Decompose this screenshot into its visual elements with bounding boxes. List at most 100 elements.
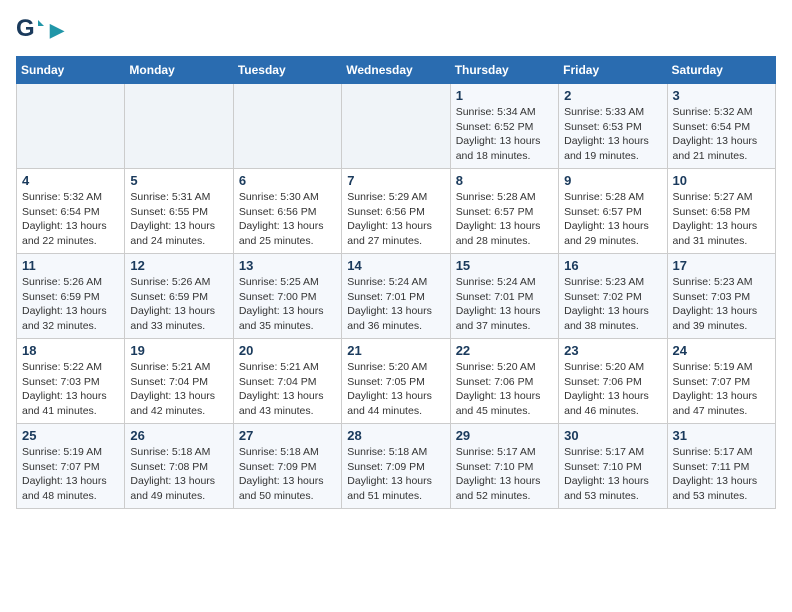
column-header-thursday: Thursday bbox=[450, 57, 558, 84]
calendar-cell: 13Sunrise: 5:25 AM Sunset: 7:00 PM Dayli… bbox=[233, 254, 341, 339]
calendar-week-5: 25Sunrise: 5:19 AM Sunset: 7:07 PM Dayli… bbox=[17, 424, 776, 509]
day-number: 5 bbox=[130, 173, 227, 188]
day-number: 3 bbox=[673, 88, 770, 103]
calendar-cell: 1Sunrise: 5:34 AM Sunset: 6:52 PM Daylig… bbox=[450, 84, 558, 169]
day-info: Sunrise: 5:33 AM Sunset: 6:53 PM Dayligh… bbox=[564, 105, 661, 164]
day-number: 27 bbox=[239, 428, 336, 443]
day-info: Sunrise: 5:30 AM Sunset: 6:56 PM Dayligh… bbox=[239, 190, 336, 249]
calendar-week-2: 4 Sunrise: 5:32 AM Sunset: 6:54 PM Daylig… bbox=[17, 169, 776, 254]
day-info: Sunrise: 5:28 AM Sunset: 6:57 PM Dayligh… bbox=[456, 190, 553, 249]
calendar-cell: 15 Sunrise: 5:24 AM Sunset: 7:01 PM Dayli… bbox=[450, 254, 558, 339]
calendar-week-3: 11 Sunrise: 5:26 AM Sunset: 6:59 PM Dayli… bbox=[17, 254, 776, 339]
day-info: Sunrise: 5:17 AM Sunset: 7:10 PM Dayligh… bbox=[564, 445, 661, 504]
calendar-cell: 26 Sunrise: 5:18 AM Sunset: 7:08 PM Dayli… bbox=[125, 424, 233, 509]
column-header-wednesday: Wednesday bbox=[342, 57, 450, 84]
logo-icon: G bbox=[16, 16, 46, 46]
day-number: 16 bbox=[564, 258, 661, 273]
calendar-cell: 7Sunrise: 5:29 AM Sunset: 6:56 PM Daylig… bbox=[342, 169, 450, 254]
day-info: Sunrise: 5:17 AM Sunset: 7:10 PM Dayligh… bbox=[456, 445, 553, 504]
day-info: Sunrise: 5:32 AM Sunset: 6:54 PM Dayligh… bbox=[22, 190, 119, 249]
day-info: Sunrise: 5:21 AM Sunset: 7:04 PM Dayligh… bbox=[130, 360, 227, 419]
calendar-cell: 17Sunrise: 5:23 AM Sunset: 7:03 PM Dayli… bbox=[667, 254, 775, 339]
column-header-friday: Friday bbox=[559, 57, 667, 84]
calendar-cell: 3 Sunrise: 5:32 AM Sunset: 6:54 PM Daylig… bbox=[667, 84, 775, 169]
day-info: Sunrise: 5:32 AM Sunset: 6:54 PM Dayligh… bbox=[673, 105, 770, 164]
day-info: Sunrise: 5:24 AM Sunset: 7:01 PM Dayligh… bbox=[347, 275, 444, 334]
day-info: Sunrise: 5:18 AM Sunset: 7:08 PM Dayligh… bbox=[130, 445, 227, 504]
column-header-monday: Monday bbox=[125, 57, 233, 84]
calendar-cell: 30 Sunrise: 5:17 AM Sunset: 7:10 PM Dayli… bbox=[559, 424, 667, 509]
calendar-cell: 19 Sunrise: 5:21 AM Sunset: 7:04 PM Dayli… bbox=[125, 339, 233, 424]
day-number: 24 bbox=[673, 343, 770, 358]
column-header-sunday: Sunday bbox=[17, 57, 125, 84]
calendar-cell bbox=[125, 84, 233, 169]
calendar-table: SundayMondayTuesdayWednesdayThursdayFrid… bbox=[16, 56, 776, 509]
calendar-cell: 10 Sunrise: 5:27 AM Sunset: 6:58 PM Dayli… bbox=[667, 169, 775, 254]
day-info: Sunrise: 5:27 AM Sunset: 6:58 PM Dayligh… bbox=[673, 190, 770, 249]
header-row: SundayMondayTuesdayWednesdayThursdayFrid… bbox=[17, 57, 776, 84]
day-info: Sunrise: 5:19 AM Sunset: 7:07 PM Dayligh… bbox=[22, 445, 119, 504]
day-number: 14 bbox=[347, 258, 444, 273]
column-header-saturday: Saturday bbox=[667, 57, 775, 84]
calendar-cell: 4 Sunrise: 5:32 AM Sunset: 6:54 PM Daylig… bbox=[17, 169, 125, 254]
day-number: 20 bbox=[239, 343, 336, 358]
calendar-week-1: 1Sunrise: 5:34 AM Sunset: 6:52 PM Daylig… bbox=[17, 84, 776, 169]
calendar-cell: 9Sunrise: 5:28 AM Sunset: 6:57 PM Daylig… bbox=[559, 169, 667, 254]
calendar-cell: 8Sunrise: 5:28 AM Sunset: 6:57 PM Daylig… bbox=[450, 169, 558, 254]
day-info: Sunrise: 5:34 AM Sunset: 6:52 PM Dayligh… bbox=[456, 105, 553, 164]
day-number: 10 bbox=[673, 173, 770, 188]
day-info: Sunrise: 5:23 AM Sunset: 7:03 PM Dayligh… bbox=[673, 275, 770, 334]
day-number: 21 bbox=[347, 343, 444, 358]
calendar-cell: 23 Sunrise: 5:20 AM Sunset: 7:06 PM Dayli… bbox=[559, 339, 667, 424]
column-header-tuesday: Tuesday bbox=[233, 57, 341, 84]
calendar-cell: 22 Sunrise: 5:20 AM Sunset: 7:06 PM Dayli… bbox=[450, 339, 558, 424]
day-number: 4 bbox=[22, 173, 119, 188]
day-info: Sunrise: 5:18 AM Sunset: 7:09 PM Dayligh… bbox=[347, 445, 444, 504]
day-number: 19 bbox=[130, 343, 227, 358]
day-number: 2 bbox=[564, 88, 661, 103]
day-info: Sunrise: 5:26 AM Sunset: 6:59 PM Dayligh… bbox=[22, 275, 119, 334]
calendar-cell: 14 Sunrise: 5:24 AM Sunset: 7:01 PM Dayli… bbox=[342, 254, 450, 339]
calendar-cell: 27 Sunrise: 5:18 AM Sunset: 7:09 PM Dayli… bbox=[233, 424, 341, 509]
calendar-cell: 11 Sunrise: 5:26 AM Sunset: 6:59 PM Dayli… bbox=[17, 254, 125, 339]
day-info: Sunrise: 5:20 AM Sunset: 7:05 PM Dayligh… bbox=[347, 360, 444, 419]
calendar-header: SundayMondayTuesdayWednesdayThursdayFrid… bbox=[17, 57, 776, 84]
day-info: Sunrise: 5:19 AM Sunset: 7:07 PM Dayligh… bbox=[673, 360, 770, 419]
day-number: 26 bbox=[130, 428, 227, 443]
calendar-cell: 20Sunrise: 5:21 AM Sunset: 7:04 PM Dayli… bbox=[233, 339, 341, 424]
calendar-cell: 12Sunrise: 5:26 AM Sunset: 6:59 PM Dayli… bbox=[125, 254, 233, 339]
day-number: 30 bbox=[564, 428, 661, 443]
day-info: Sunrise: 5:18 AM Sunset: 7:09 PM Dayligh… bbox=[239, 445, 336, 504]
day-info: Sunrise: 5:26 AM Sunset: 6:59 PM Dayligh… bbox=[130, 275, 227, 334]
calendar-cell bbox=[342, 84, 450, 169]
calendar-cell: 28Sunrise: 5:18 AM Sunset: 7:09 PM Dayli… bbox=[342, 424, 450, 509]
calendar-cell: 25Sunrise: 5:19 AM Sunset: 7:07 PM Dayli… bbox=[17, 424, 125, 509]
calendar-cell: 6 Sunrise: 5:30 AM Sunset: 6:56 PM Daylig… bbox=[233, 169, 341, 254]
day-info: Sunrise: 5:17 AM Sunset: 7:11 PM Dayligh… bbox=[673, 445, 770, 504]
calendar-week-4: 18Sunrise: 5:22 AM Sunset: 7:03 PM Dayli… bbox=[17, 339, 776, 424]
calendar-cell: 31 Sunrise: 5:17 AM Sunset: 7:11 PM Dayli… bbox=[667, 424, 775, 509]
day-info: Sunrise: 5:22 AM Sunset: 7:03 PM Dayligh… bbox=[22, 360, 119, 419]
day-number: 31 bbox=[673, 428, 770, 443]
day-number: 23 bbox=[564, 343, 661, 358]
calendar-body: 1Sunrise: 5:34 AM Sunset: 6:52 PM Daylig… bbox=[17, 84, 776, 509]
calendar-cell bbox=[17, 84, 125, 169]
svg-text:G: G bbox=[16, 16, 35, 42]
calendar-cell: 5 Sunrise: 5:31 AM Sunset: 6:55 PM Daylig… bbox=[125, 169, 233, 254]
day-info: Sunrise: 5:20 AM Sunset: 7:06 PM Dayligh… bbox=[456, 360, 553, 419]
day-number: 29 bbox=[456, 428, 553, 443]
day-number: 22 bbox=[456, 343, 553, 358]
day-number: 15 bbox=[456, 258, 553, 273]
day-info: Sunrise: 5:20 AM Sunset: 7:06 PM Dayligh… bbox=[564, 360, 661, 419]
day-number: 11 bbox=[22, 258, 119, 273]
calendar-cell bbox=[233, 84, 341, 169]
page-header: G ▶ bbox=[16, 16, 776, 46]
logo: G ▶ bbox=[16, 16, 64, 46]
day-info: Sunrise: 5:31 AM Sunset: 6:55 PM Dayligh… bbox=[130, 190, 227, 249]
day-info: Sunrise: 5:23 AM Sunset: 7:02 PM Dayligh… bbox=[564, 275, 661, 334]
day-info: Sunrise: 5:24 AM Sunset: 7:01 PM Dayligh… bbox=[456, 275, 553, 334]
calendar-cell: 29 Sunrise: 5:17 AM Sunset: 7:10 PM Dayli… bbox=[450, 424, 558, 509]
day-info: Sunrise: 5:25 AM Sunset: 7:00 PM Dayligh… bbox=[239, 275, 336, 334]
day-number: 9 bbox=[564, 173, 661, 188]
day-number: 6 bbox=[239, 173, 336, 188]
